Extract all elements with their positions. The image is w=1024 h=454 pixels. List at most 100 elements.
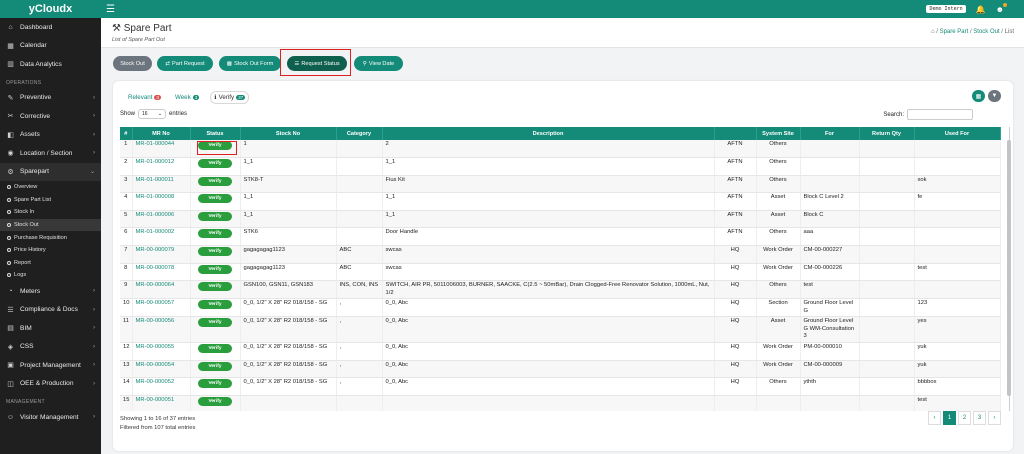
mr-number-link[interactable]: MR-00-000064 (132, 280, 191, 300)
tab-relevant[interactable]: Relevant 3 (125, 91, 164, 104)
breadcrumb-stockout[interactable]: Stock Out (973, 29, 999, 35)
mr-number-link[interactable]: MR-00-000052 (132, 377, 191, 396)
table-row[interactable]: 13 MR-00-000054 Verify 0_0, 1/2" X 28" R2 0… (120, 360, 1001, 379)
verify-button[interactable]: Verify (198, 379, 232, 389)
table-scrollbar[interactable] (1007, 140, 1011, 396)
bell-icon[interactable]: 🔔 (976, 5, 986, 14)
page-3-button[interactable]: 3 (973, 411, 986, 425)
table-row[interactable]: 15 MR-00-000051 Verify test (120, 395, 1001, 411)
page-2-button[interactable]: 2 (958, 411, 971, 425)
table-row[interactable]: 7 MR-00-000079 Verify gagagagag1123 ABC swcas… (120, 245, 1001, 264)
column-header[interactable]: System Site (756, 127, 801, 140)
sidebar-item-assets[interactable]: ◧ Assets › (0, 126, 101, 145)
verify-button[interactable]: Verify (198, 300, 232, 310)
column-header[interactable]: MR No (132, 127, 191, 140)
mr-number-link[interactable]: MR-00-000055 (132, 342, 191, 361)
page-1-button[interactable]: 1 (943, 411, 956, 425)
sidebar-item-oee-production[interactable]: ◫ OEE & Production › (0, 374, 101, 393)
sidebar-subitem-logs[interactable]: Logs (0, 269, 101, 282)
sidebar-subitem-report[interactable]: Report (0, 257, 101, 270)
verify-button[interactable]: Verify (198, 247, 232, 257)
sidebar-subitem-purchase-requisition[interactable]: Purchase Requisition (0, 231, 101, 244)
column-header[interactable]: Category (336, 127, 383, 140)
verify-button[interactable]: Verify (198, 318, 232, 328)
tab-week[interactable]: Week 3 (172, 91, 202, 104)
mr-number-link[interactable]: MR-00-000078 (132, 263, 191, 282)
tab-verify[interactable]: ℹ Verify 37 (210, 91, 250, 104)
sidebar-item-data-analytics[interactable]: ▥ Data Analytics (0, 55, 101, 74)
table-row[interactable]: 1 MR-01-000044 Verify 1 2 AFTN Others (120, 140, 1001, 159)
mr-number-link[interactable]: MR-00-000056 (132, 316, 191, 343)
table-row[interactable]: 6 MR-01-000002 Verify STK6 Door Handle AFTN Ot… (120, 227, 1001, 247)
stock-out-form-button[interactable]: ▩ Stock Out Form (219, 56, 281, 71)
verify-button[interactable]: Verify (198, 396, 232, 406)
prev-page-button[interactable]: ‹ (928, 411, 941, 425)
sidebar-item-sparepart[interactable]: ⚙ Sparepart ⌄ (0, 162, 101, 181)
sidebar-subitem-stock-in[interactable]: Stock In (0, 206, 101, 219)
view-date-button[interactable]: ⚲ View Date (354, 56, 403, 71)
verify-button[interactable]: Verify (198, 229, 232, 239)
sidebar-item-dashboard[interactable]: ⌂ Dashboard (0, 18, 101, 37)
column-header[interactable]: Used For (914, 127, 1001, 140)
sidebar-item-calendar[interactable]: ▦ Calendar (0, 37, 101, 56)
sidebar-item-visitor-management[interactable]: ☺ Visitor Management › (0, 408, 101, 427)
sidebar-item-project-management[interactable]: ▣ Project Management › (0, 356, 101, 375)
table-row[interactable]: 4 MR-01-000008 Verify 1_1 1_1 AFTN Asset Block … (120, 192, 1001, 211)
table-row[interactable]: 3 MR-01-000011 Verify STK8-T Fius Kit AFTN Oth… (120, 175, 1001, 194)
profile-icon[interactable]: ☻ (996, 2, 1007, 14)
user-badge[interactable]: Demo Intern (926, 5, 966, 13)
sidebar-item-bim[interactable]: ▤ BIM › (0, 319, 101, 338)
column-header[interactable]: Status (190, 127, 241, 140)
home-icon[interactable]: ⌂ (931, 29, 935, 35)
mr-number-link[interactable]: MR-01-000008 (132, 192, 191, 211)
verify-button[interactable]: Verify (198, 282, 232, 292)
sidebar-item-corrective[interactable]: ✂ Corrective › (0, 107, 101, 126)
column-header[interactable]: Stock No (240, 127, 337, 140)
sidebar-item-preventive[interactable]: ✎ Preventive › (0, 89, 101, 108)
mr-number-link[interactable]: MR-01-000044 (132, 140, 191, 159)
mr-number-link[interactable]: MR-00-000054 (132, 360, 191, 379)
sidebar-item-compliance-docs[interactable]: ☰ Compliance & Docs › (0, 300, 101, 319)
mr-number-link[interactable]: MR-00-000079 (132, 245, 191, 264)
sidebar-item-location-section[interactable]: ◉ Location / Section › (0, 144, 101, 163)
table-row[interactable]: 5 MR-01-000006 Verify 1_1 1_1 AFTN Asset Block … (120, 210, 1001, 229)
verify-button[interactable]: Verify (198, 343, 232, 353)
verify-button[interactable]: Verify (198, 264, 232, 274)
entries-select[interactable]: 16 ⌄ (138, 109, 167, 119)
verify-button[interactable]: Verify (198, 176, 232, 186)
column-toggle-icon[interactable]: ▦ (972, 90, 985, 102)
stock-out-button[interactable]: Stock Out (113, 56, 152, 71)
column-header[interactable]: For (800, 127, 860, 140)
sidebar-item-css[interactable]: ◈ CSS › (0, 337, 101, 356)
table-row[interactable]: 2 MR-01-000012 Verify 1_1 1_1 AFTN Others (120, 157, 1001, 176)
sidebar-item-meters[interactable]: ◔ Meters › (0, 282, 101, 301)
column-header[interactable] (714, 127, 757, 140)
part-request-button[interactable]: ⇄ Part Request (157, 56, 213, 71)
verify-button[interactable]: Verify (198, 211, 232, 221)
sidebar-subitem-spare-part-list[interactable]: Spare Part List (0, 194, 101, 207)
verify-button[interactable]: Verify (198, 194, 232, 204)
brand-logo[interactable]: yCloudx (0, 0, 101, 18)
verify-button[interactable]: Verify (198, 159, 232, 169)
mr-number-link[interactable]: MR-00-000057 (132, 298, 191, 318)
verify-button[interactable]: Verify (198, 361, 232, 371)
sidebar-subitem-overview[interactable]: Overview (0, 181, 101, 194)
table-row[interactable]: 12 MR-00-000055 Verify 0_0, 1/2" X 28" R2 0… (120, 342, 1001, 361)
next-page-button[interactable]: › (988, 411, 1001, 425)
menu-toggle-icon[interactable]: ☰ (106, 4, 115, 15)
mr-number-link[interactable]: MR-01-000002 (132, 227, 191, 247)
table-row[interactable]: 8 MR-00-000078 Verify gagagagag1123 ABC swcas… (120, 263, 1001, 282)
table-row[interactable]: 9 MR-00-000064 Verify GSN100, GSN11, GSN183… (120, 280, 1001, 300)
mr-number-link[interactable]: MR-01-000011 (132, 175, 191, 194)
filter-icon[interactable]: ▼ (988, 90, 1001, 102)
sidebar-subitem-stock-out[interactable]: Stock Out (0, 218, 101, 232)
breadcrumb-sparepart[interactable]: Spare Part (940, 29, 969, 35)
table-row[interactable]: 10 MR-00-000057 Verify 0_0, 1/2" X 28" R2 0… (120, 298, 1001, 318)
mr-number-link[interactable]: MR-00-000051 (132, 395, 191, 411)
column-header[interactable]: # (120, 127, 133, 140)
mr-number-link[interactable]: MR-01-000006 (132, 210, 191, 229)
mr-number-link[interactable]: MR-01-000012 (132, 157, 191, 176)
table-row[interactable]: 11 MR-00-000056 Verify 0_0, 1/2" X 28" R2 0… (120, 316, 1001, 343)
sidebar-subitem-price-history[interactable]: Price History (0, 244, 101, 257)
column-header[interactable]: Description (382, 127, 715, 140)
